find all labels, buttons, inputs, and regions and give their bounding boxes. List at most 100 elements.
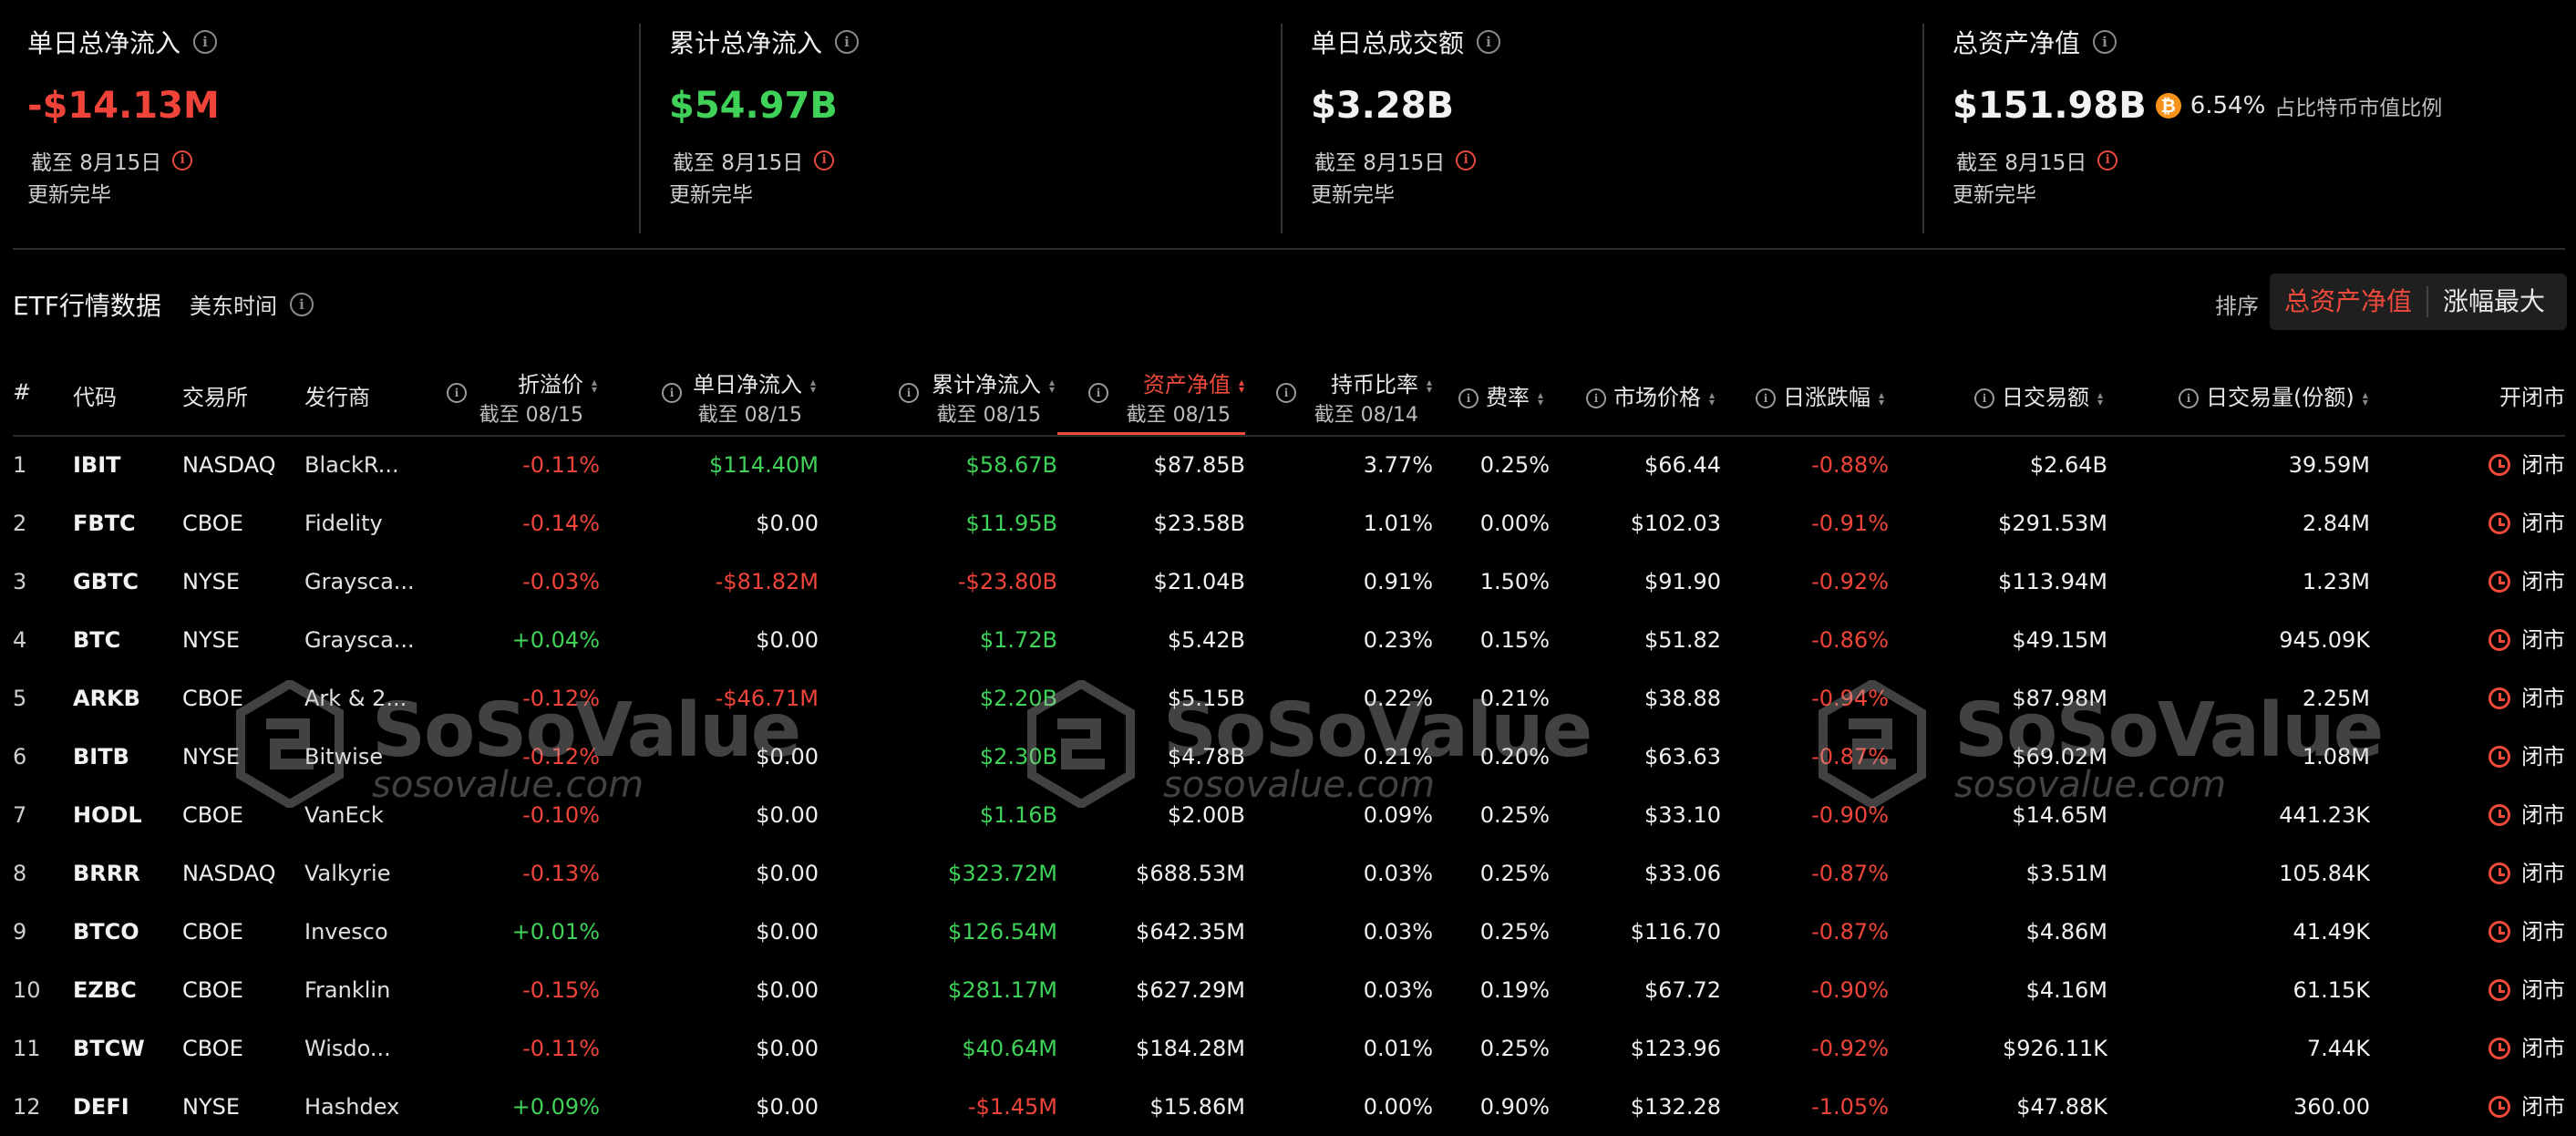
sort-arrows-icon: ▴ ▾ xyxy=(1878,388,1885,408)
cell-daily-flow: $0.00 xyxy=(756,511,819,536)
col-trade-value[interactable]: i 日交易额 ▴ ▾ xyxy=(1974,379,2106,411)
cell-change: -0.92% xyxy=(1811,569,1889,594)
sort-by-top-gainers-button[interactable]: 涨幅最大 xyxy=(2428,274,2560,330)
table-row[interactable]: 7 HODL CBOE VanEck -0.10% $0.00 $1.16B $2.00B 0.… xyxy=(0,786,2576,844)
info-icon[interactable]: i xyxy=(1458,388,1479,408)
info-icon[interactable]: i xyxy=(814,150,835,170)
col-cumulative-flow[interactable]: i 累计净流入 ▴ ▾ 截至 08/15 xyxy=(899,367,1057,428)
info-icon[interactable]: i xyxy=(1974,388,1994,408)
info-icon[interactable]: i xyxy=(193,30,218,54)
btc-market-share-value: 6.54% xyxy=(2190,92,2266,119)
cell-volume: 7.44K xyxy=(2306,1036,2370,1061)
card-value: $54.97B xyxy=(669,85,838,127)
cell-code[interactable]: HODL xyxy=(73,786,142,844)
cell-holding: 0.91% xyxy=(1363,569,1433,594)
cell-volume: 61.15K xyxy=(2293,977,2370,1003)
cell-nav: $87.85B xyxy=(1153,452,1245,478)
info-icon[interactable]: i xyxy=(290,292,314,316)
cell-code[interactable]: BRRR xyxy=(73,844,140,903)
cell-nav: $23.58B xyxy=(1153,511,1245,536)
col-fee-label: 费率 xyxy=(1486,385,1530,410)
cell-nav: $627.29M xyxy=(1136,977,1245,1003)
info-icon[interactable]: i xyxy=(899,383,919,403)
col-fee[interactable]: i 费率 ▴ ▾ xyxy=(1458,379,1546,411)
card-value: $151.98B xyxy=(1953,85,2147,127)
cell-code[interactable]: BTC xyxy=(73,611,120,669)
table-row[interactable]: 6 BITB NYSE Bitwise -0.12% $0.00 $2.30B $4.78B 0… xyxy=(0,728,2576,786)
cell-nav: $5.42B xyxy=(1167,627,1245,653)
col-price[interactable]: i 市场价格 ▴ ▾ xyxy=(1586,379,1717,411)
cell-cum-flow: $2.20B xyxy=(979,686,1057,711)
info-icon[interactable]: i xyxy=(2097,150,2118,170)
col-daily-flow[interactable]: i 单日净流入 ▴ ▾ 截至 08/15 xyxy=(662,367,819,428)
info-icon[interactable]: i xyxy=(1088,383,1108,403)
cell-change: -0.87% xyxy=(1811,861,1889,886)
cell-exchange: CBOE xyxy=(182,802,243,828)
cell-issuer: Ark & 2... xyxy=(304,686,407,711)
info-icon[interactable]: i xyxy=(1586,388,1606,408)
table-row[interactable]: 11 BTCW CBOE Wisdo... -0.11% $0.00 $40.64M $184… xyxy=(0,1019,2576,1078)
table-row[interactable]: 9 BTCO CBOE Invesco +0.01% $0.00 $126.54M $642.… xyxy=(0,903,2576,961)
col-exchange: 交易所 xyxy=(182,385,248,410)
cell-code[interactable]: BTCW xyxy=(73,1019,145,1078)
cell-price: $116.70 xyxy=(1630,919,1721,945)
info-icon[interactable]: i xyxy=(172,150,193,170)
cell-code[interactable]: BTCO xyxy=(73,903,139,961)
sort-by-nav-button[interactable]: 总资产净值 xyxy=(2270,274,2427,330)
info-icon[interactable]: i xyxy=(1756,388,1776,408)
info-icon[interactable]: i xyxy=(1456,150,1477,170)
info-icon[interactable]: i xyxy=(2179,388,2199,408)
cell-cum-flow: $11.95B xyxy=(965,511,1057,536)
cell-code[interactable]: BITB xyxy=(73,728,129,786)
info-icon[interactable]: i xyxy=(835,30,860,54)
cell-code[interactable]: GBTC xyxy=(73,553,139,611)
table-row[interactable]: 10 EZBC CBOE Franklin -0.15% $0.00 $281.17M $62… xyxy=(0,961,2576,1019)
table-row[interactable]: 4 BTC NYSE Graysca... +0.04% $0.00 $1.72B $5.42… xyxy=(0,611,2576,669)
cell-code[interactable]: ARKB xyxy=(73,669,140,728)
cell-code[interactable]: DEFI xyxy=(73,1078,129,1136)
cell-code[interactable]: FBTC xyxy=(73,494,136,553)
table-row[interactable]: 1 IBIT NASDAQ BlackR... -0.11% $114.40M $58.67… xyxy=(0,436,2576,494)
cell-issuer: Graysca... xyxy=(304,569,415,594)
section-title: ETF行情数据 xyxy=(13,291,161,321)
col-holding[interactable]: i 持币比率 ▴ ▾ 截至 08/14 xyxy=(1276,367,1435,428)
btc-market-share-label: 占比特币市值比例 xyxy=(2274,97,2443,120)
cell-cum-flow: $58.67B xyxy=(965,452,1057,478)
cell-fee: 0.00% xyxy=(1479,511,1550,536)
table-row[interactable]: 3 GBTC NYSE Graysca... -0.03% -$81.82M -$23.80… xyxy=(0,553,2576,611)
table-row[interactable]: 8 BRRR NASDAQ Valkyrie -0.13% $0.00 $323.72M $6… xyxy=(0,844,2576,903)
cell-trade-value: $69.02M xyxy=(2012,744,2107,769)
market-closed-clock-icon xyxy=(2488,1096,2510,1118)
table-row[interactable]: 2 FBTC CBOE Fidelity -0.14% $0.00 $11.95B $23.5… xyxy=(0,494,2576,553)
col-volume[interactable]: i 日交易量(份额) ▴ ▾ xyxy=(2179,379,2371,411)
cell-daily-flow: -$81.82M xyxy=(715,569,819,594)
cell-cum-flow: $126.54M xyxy=(948,919,1057,945)
sort-toggle: 总资产净值 涨幅最大 xyxy=(2270,274,2567,330)
info-icon[interactable]: i xyxy=(1477,30,1501,54)
info-icon[interactable]: i xyxy=(447,383,467,403)
cell-issuer: Hashdex xyxy=(304,1094,400,1120)
cell-code[interactable]: EZBC xyxy=(73,961,137,1019)
col-nav[interactable]: i 资产净值 ▴ ▾ 截至 08/15 xyxy=(1088,367,1247,428)
cell-premium: -0.14% xyxy=(522,511,600,536)
cell-num: 8 xyxy=(13,861,27,886)
card-value: -$14.13M xyxy=(27,85,220,127)
cell-nav: $15.86M xyxy=(1149,1094,1245,1120)
table-row[interactable]: 12 DEFI NYSE Hashdex +0.09% $0.00 -$1.45M $15.8… xyxy=(0,1078,2576,1136)
col-premium[interactable]: i 折溢价 ▴ ▾ 截至 08/15 xyxy=(447,367,600,428)
cell-exchange: NASDAQ xyxy=(182,861,276,886)
cell-cum-flow: $1.72B xyxy=(979,627,1057,653)
info-icon[interactable]: i xyxy=(1276,383,1296,403)
cell-num: 10 xyxy=(13,977,41,1003)
cell-status: 闭市 xyxy=(2488,494,2565,553)
cell-daily-flow: $0.00 xyxy=(756,744,819,769)
cell-code[interactable]: IBIT xyxy=(73,436,121,494)
table-row[interactable]: 5 ARKB CBOE Ark & 2... -0.12% -$46.71M $2.20B $… xyxy=(0,669,2576,728)
info-icon[interactable]: i xyxy=(662,383,682,403)
col-change[interactable]: i 日涨跌幅 ▴ ▾ xyxy=(1756,379,1887,411)
info-icon[interactable]: i xyxy=(2093,30,2117,54)
cell-volume: 39.59M xyxy=(2288,452,2370,478)
cell-fee: 0.25% xyxy=(1479,861,1550,886)
sort-arrows-icon: ▴ ▾ xyxy=(2362,388,2368,408)
market-closed-clock-icon xyxy=(2488,629,2510,651)
